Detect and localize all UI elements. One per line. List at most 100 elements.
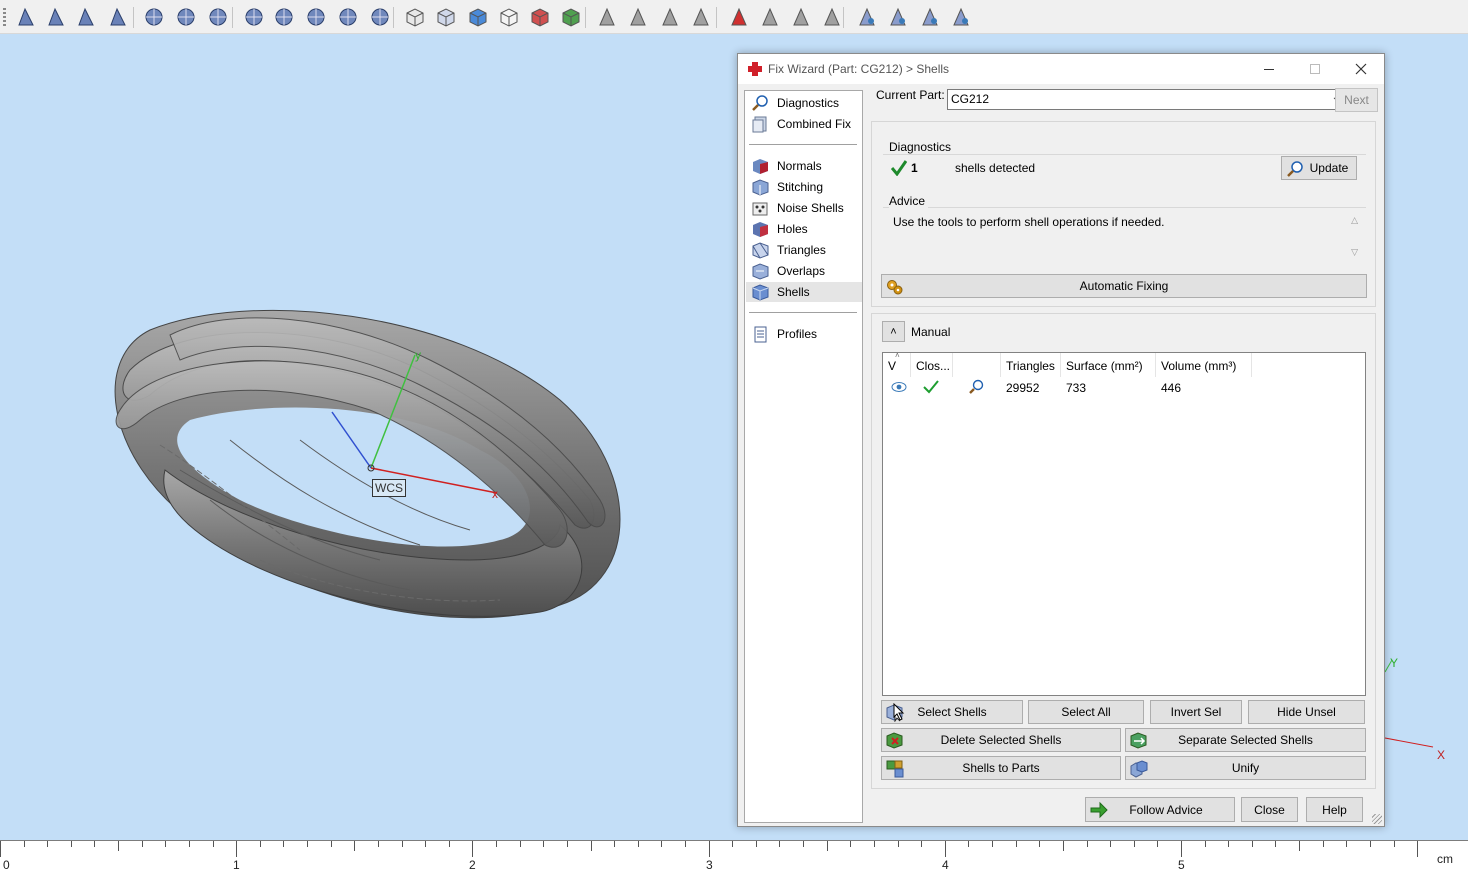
hide-unselected-button[interactable]: Hide Unsel (1248, 700, 1365, 724)
follow-advice-button[interactable]: Follow Advice (1085, 797, 1235, 822)
close-window-button[interactable] (1338, 54, 1384, 84)
column-header-closed[interactable]: Clos... (911, 353, 953, 377)
unify-button[interactable]: Unify (1125, 756, 1366, 780)
separate-selected-shells-button[interactable]: Separate Selected Shells (1125, 728, 1366, 752)
scroll-down-icon[interactable]: ▽ (1351, 247, 1358, 258)
eye-icon[interactable] (891, 381, 907, 393)
minimize-button[interactable] (1246, 54, 1292, 84)
column-header-inspect[interactable] (953, 353, 1001, 377)
triangle-normal-icon[interactable] (595, 5, 619, 29)
corner-axis-y-label: Y (1390, 656, 1399, 670)
resize-grip[interactable] (1372, 814, 1382, 824)
select-brush-icon[interactable] (368, 5, 392, 29)
ruler-tick (165, 841, 166, 847)
nav-item-combined-fix[interactable]: Combined Fix (746, 114, 862, 134)
follow-advice-label: Follow Advice (1129, 802, 1203, 817)
triangle-point-icon[interactable] (658, 5, 682, 29)
triangle-delete-icon[interactable] (727, 5, 751, 29)
cube-shaded-icon[interactable] (434, 5, 458, 29)
table-row[interactable]: 29952 733 446 (883, 377, 1365, 397)
triangle-grey-icon[interactable] (758, 5, 782, 29)
ruler-tick (1417, 841, 1418, 857)
ruler-tick (472, 841, 473, 857)
nav-item-profiles[interactable]: Profiles (746, 324, 862, 344)
toolbar-separator (133, 7, 134, 28)
column-header-volume[interactable]: Volume (mm³) (1156, 353, 1252, 377)
triangle-edge-icon[interactable] (626, 5, 650, 29)
close-button[interactable]: Close (1241, 797, 1298, 822)
current-part-label: Current Part: (876, 88, 945, 102)
ruler-label: 3 (706, 858, 713, 872)
nav-separator (749, 312, 857, 313)
triangle-grey3-icon[interactable] (820, 5, 844, 29)
nav-item-overlaps[interactable]: Overlaps (746, 261, 862, 281)
nav-item-label: Overlaps (777, 264, 826, 278)
measure-blue2-icon[interactable] (918, 5, 942, 29)
select-window-icon[interactable] (142, 5, 166, 29)
select-connected-icon[interactable] (174, 5, 198, 29)
select-shell-icon[interactable] (74, 5, 98, 29)
column-header-surface[interactable]: Surface (mm²) (1061, 353, 1156, 377)
ruler-tick (1110, 841, 1111, 847)
ruler-label: 0 (3, 858, 10, 872)
triangle-blue-icon[interactable] (689, 5, 713, 29)
maximize-button[interactable] (1292, 54, 1338, 84)
minimize-icon (1264, 68, 1274, 70)
dialog-title: Fix Wizard (Part: CG212) > Shells (768, 62, 950, 76)
select-triangle-icon[interactable] (14, 5, 38, 29)
ruler-tick (1016, 841, 1017, 847)
shells-to-parts-button[interactable]: Shells to Parts (881, 756, 1121, 780)
invert-selection-button[interactable]: Invert Sel (1150, 700, 1242, 724)
ruler-tick (94, 841, 95, 847)
help-button[interactable]: Help (1306, 797, 1363, 822)
select-grow-icon[interactable] (272, 5, 296, 29)
select-lasso-icon[interactable] (304, 5, 328, 29)
nav-item-stitching[interactable]: Stitching (746, 177, 862, 197)
nav-item-normals[interactable]: Normals (746, 156, 862, 176)
measure-blue-icon[interactable] (886, 5, 910, 29)
cube-color-icon[interactable] (466, 5, 490, 29)
ruler-tick (118, 841, 119, 851)
dialog-titlebar[interactable]: Fix Wizard (Part: CG212) > Shells (738, 54, 1384, 84)
cube-icon[interactable] (403, 5, 427, 29)
select-ring-icon[interactable] (336, 5, 360, 29)
nav-item-diagnostics[interactable]: Diagnostics (746, 93, 862, 113)
select-curve-icon[interactable] (206, 5, 230, 29)
scroll-up-icon[interactable]: △ (1351, 215, 1358, 226)
nav-item-shells[interactable]: Shells (746, 282, 862, 302)
nav-item-holes[interactable]: Holes (746, 219, 862, 239)
select-surface-icon[interactable] (44, 5, 68, 29)
measure-icon[interactable] (855, 5, 879, 29)
automatic-fixing-button[interactable]: Automatic Fixing (881, 274, 1367, 298)
ruler-tick (236, 841, 237, 857)
column-header-triangles[interactable]: Triangles (1001, 353, 1061, 377)
cube-green-icon[interactable] (559, 5, 583, 29)
select-plane-icon[interactable] (242, 5, 266, 29)
ruler-tick (71, 841, 72, 847)
update-button[interactable]: Update (1281, 156, 1357, 180)
gears-icon (887, 280, 903, 295)
toolbar-grip[interactable] (3, 8, 6, 26)
magnifier-icon[interactable] (968, 379, 984, 395)
toolbar-separator (393, 7, 394, 28)
automatic-fixing-label: Automatic Fixing (1079, 279, 1169, 293)
nav-item-noise-shells[interactable]: Noise Shells (746, 198, 862, 218)
triangle-grey2-icon[interactable] (789, 5, 813, 29)
nav-item-triangles[interactable]: Triangles (746, 240, 862, 260)
ruler-tick (283, 841, 284, 847)
select-all-button[interactable]: Select All (1028, 700, 1144, 724)
cube-section-icon[interactable] (528, 5, 552, 29)
collapse-button[interactable]: ˄ (882, 321, 905, 342)
measure-grey-icon[interactable] (949, 5, 973, 29)
ruler-tick (874, 841, 875, 847)
ruler-tick (1063, 841, 1064, 851)
select-part-icon[interactable] (106, 5, 130, 29)
delete-selected-shells-button[interactable]: Delete Selected Shells (881, 728, 1121, 752)
profiles-document-icon (754, 326, 767, 342)
ruler-tick (402, 841, 403, 847)
next-button[interactable]: Next (1335, 88, 1378, 112)
nav-item-label: Stitching (777, 180, 824, 194)
current-part-select[interactable]: CG212 ⌄ (947, 89, 1346, 110)
cube-wire-icon[interactable] (497, 5, 521, 29)
ruler-tick (898, 841, 899, 847)
